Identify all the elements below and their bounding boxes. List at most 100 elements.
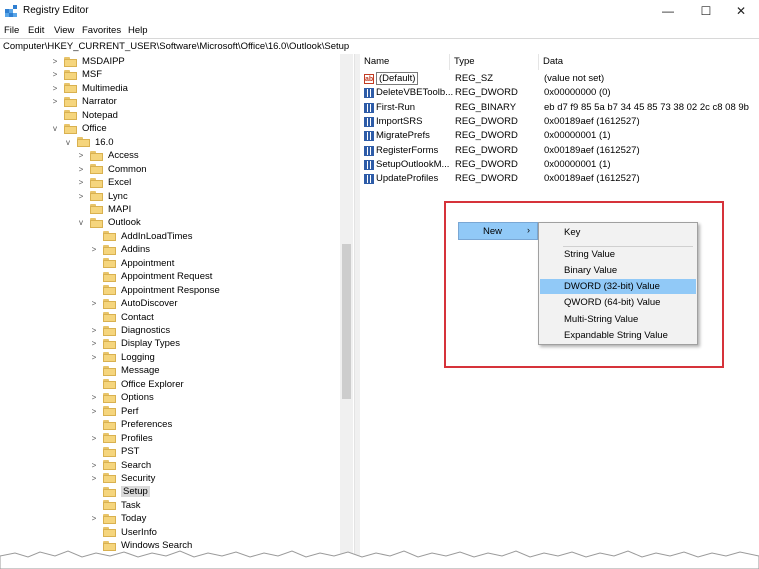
tree-item[interactable]: v Office	[50, 122, 107, 135]
value-row[interactable]: RegisterForms REG_DWORD 0x00189aef (161252…	[360, 144, 759, 158]
folder-icon	[64, 56, 77, 67]
menu-edit[interactable]: Edit	[28, 25, 44, 36]
value-name: RegisterForms	[376, 144, 439, 156]
value-row[interactable]: First-Run REG_BINARY eb d7 f9 85 5a b7 34 …	[360, 101, 759, 115]
submenu-item[interactable]: Binary Value	[540, 263, 696, 278]
chevron-right-icon[interactable]: >	[89, 512, 99, 525]
tree-item[interactable]: > Addins	[89, 243, 150, 256]
chevron-right-icon[interactable]: >	[76, 176, 86, 189]
tree-item[interactable]: Appointment	[89, 257, 174, 270]
submenu-item[interactable]: Key	[540, 225, 696, 240]
menu-file[interactable]: File	[4, 25, 19, 36]
menu-help[interactable]: Help	[128, 25, 148, 36]
tree-item[interactable]: > Today	[89, 512, 147, 525]
value-row[interactable]: SetupOutlookM... REG_DWORD 0x00000001 (1)	[360, 158, 759, 172]
tree-scroll-thumb[interactable]	[342, 244, 351, 399]
value-row[interactable]: MigratePrefs REG_DWORD 0x00000001 (1)	[360, 129, 759, 143]
tree-item[interactable]: > Perf	[89, 405, 139, 418]
chevron-right-icon[interactable]: >	[89, 405, 99, 418]
tree-item[interactable]: > MSF	[50, 68, 102, 81]
tree-item[interactable]: Office Explorer	[89, 378, 184, 391]
chevron-right-icon[interactable]: >	[89, 459, 99, 472]
chevron-right-icon[interactable]: >	[89, 243, 99, 256]
chevron-right-icon[interactable]: >	[76, 149, 86, 162]
tree-item-label: Setup	[121, 486, 150, 498]
chevron-right-icon[interactable]: >	[50, 55, 60, 68]
tree-item[interactable]: > Search	[89, 459, 151, 472]
submenu-item[interactable]: String Value	[540, 247, 696, 262]
tree-item[interactable]: Contact	[89, 311, 154, 324]
registry-key-tree: > MSDAIPP > MSF > Multimedia > Narrator Notepad v…	[0, 54, 354, 569]
chevron-down-icon[interactable]: v	[50, 122, 60, 135]
tree-item[interactable]: > Common	[76, 163, 147, 176]
close-button[interactable]: ✕	[724, 0, 758, 23]
menu-view[interactable]: View	[54, 25, 74, 36]
tree-scrollbar[interactable]	[340, 54, 353, 569]
context-menu-new[interactable]: New ›	[458, 222, 538, 240]
submenu-item[interactable]: Expandable String Value	[540, 328, 696, 343]
folder-icon	[103, 406, 116, 417]
tree-item[interactable]: > Lync	[76, 190, 128, 203]
tree-item[interactable]: > AutoDiscover	[89, 297, 178, 310]
minimize-button[interactable]: —	[651, 0, 685, 23]
menu-favorites[interactable]: Favorites	[82, 25, 121, 36]
chevron-right-icon[interactable]: >	[50, 82, 60, 95]
value-type: REG_DWORD	[455, 130, 518, 142]
chevron-right-icon[interactable]: >	[89, 297, 99, 310]
tree-item[interactable]: > Security	[89, 472, 156, 485]
value-data: 0x00189aef (1612527)	[544, 173, 640, 185]
chevron-right-icon[interactable]: >	[76, 163, 86, 176]
tree-item[interactable]: > Profiles	[89, 432, 153, 445]
chevron-right-icon[interactable]: >	[76, 190, 86, 203]
submenu-item[interactable]: Multi-String Value	[540, 312, 696, 327]
maximize-button[interactable]: ☐	[689, 0, 723, 23]
tree-item[interactable]: Appointment Response	[89, 284, 220, 297]
tree-item[interactable]: > Access	[76, 149, 139, 162]
tree-item[interactable]: Notepad	[50, 109, 118, 122]
submenu-item[interactable]: DWORD (32-bit) Value	[540, 279, 696, 294]
chevron-right-icon[interactable]: >	[50, 95, 60, 108]
tree-item[interactable]: Preferences	[89, 418, 172, 431]
chevron-right-icon[interactable]: >	[89, 351, 99, 364]
tree-item[interactable]: > Diagnostics	[89, 324, 170, 337]
column-header-name[interactable]: Name	[360, 54, 450, 70]
submenu-item[interactable]: QWORD (64-bit) Value	[540, 295, 696, 310]
chevron-down-icon[interactable]: v	[76, 216, 86, 229]
tree-item[interactable]: v Outlook	[76, 216, 141, 229]
tree-item[interactable]: Message	[89, 364, 160, 377]
tree-item[interactable]: > Excel	[76, 176, 132, 189]
value-row[interactable]: ab (Default) REG_SZ (value not set)	[360, 72, 759, 86]
column-header-data[interactable]: Data	[539, 54, 759, 70]
tree-item[interactable]: > Display Types	[89, 337, 180, 350]
tree-item[interactable]: AddInLoadTimes	[89, 230, 192, 243]
value-row[interactable]: ImportSRS REG_DWORD 0x00189aef (1612527)	[360, 115, 759, 129]
tree-item[interactable]: Setup	[89, 485, 150, 498]
chevron-right-icon[interactable]: >	[89, 324, 99, 337]
tree-item[interactable]: > MSDAIPP	[50, 55, 125, 68]
address-path[interactable]: Computer\HKEY_CURRENT_USER\Software\Micr…	[3, 41, 349, 52]
tree-item[interactable]: > Multimedia	[50, 82, 128, 95]
chevron-down-icon[interactable]: v	[63, 136, 73, 149]
tree-item[interactable]: > Logging	[89, 351, 155, 364]
tree-item[interactable]: PST	[89, 445, 139, 458]
column-header-type[interactable]: Type	[450, 54, 539, 70]
tree-item[interactable]: Appointment Request	[89, 270, 212, 283]
tree-item[interactable]: MAPI	[76, 203, 131, 216]
chevron-right-icon[interactable]: >	[89, 337, 99, 350]
tree-item[interactable]: Task	[89, 499, 141, 512]
tree-item[interactable]: > Narrator	[50, 95, 117, 108]
chevron-right-icon[interactable]: >	[89, 432, 99, 445]
chevron-right-icon[interactable]: >	[89, 391, 99, 404]
address-bar[interactable]: Computer\HKEY_CURRENT_USER\Software\Micr…	[0, 38, 759, 55]
tree-item[interactable]: v 16.0	[63, 136, 114, 149]
tree-item[interactable]: UserInfo	[89, 526, 157, 539]
tree-item-label: MAPI	[108, 203, 132, 215]
value-row[interactable]: DeleteVBEToolb... REG_DWORD 0x00000000 (0)	[360, 86, 759, 100]
chevron-right-icon[interactable]: >	[89, 472, 99, 485]
value-row[interactable]: UpdateProfiles REG_DWORD 0x00189aef (16125…	[360, 172, 759, 186]
folder-icon	[103, 312, 116, 323]
chevron-right-icon[interactable]: >	[50, 68, 60, 81]
tree-item[interactable]: > Options	[89, 391, 154, 404]
